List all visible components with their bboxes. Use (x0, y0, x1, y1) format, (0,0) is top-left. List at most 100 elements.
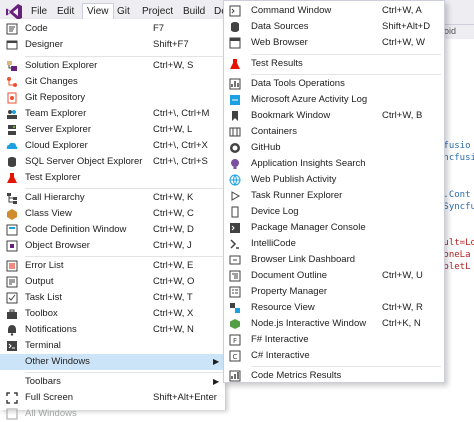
menu-item-label: Toolbox (25, 308, 58, 319)
code-icon (6, 23, 18, 35)
menu-item-intellicode[interactable]: IntelliCode (224, 236, 444, 252)
menu-project[interactable]: Project (138, 4, 177, 20)
menu-item-terminal[interactable]: Terminal (0, 338, 225, 354)
sql-server-icon (8, 157, 16, 167)
menu-item-github[interactable]: GitHub (224, 140, 444, 156)
menu-item-designer[interactable]: Designer Shift+F7 (0, 37, 225, 53)
menu-item-label: Containers (251, 126, 297, 137)
menu-item-label: Solution Explorer (25, 60, 98, 71)
menu-item-property-manager[interactable]: Property Manager (224, 284, 444, 300)
menu-git[interactable]: Git (113, 4, 134, 20)
app-insights-icon (231, 159, 239, 169)
document-outline-icon (229, 270, 241, 282)
menu-separator (251, 366, 441, 367)
menu-item-toolbars[interactable]: Toolbars ▶ (0, 374, 225, 390)
menu-build[interactable]: Build (179, 4, 209, 20)
menu-item-package-manager-console[interactable]: Package Manager Console (224, 220, 444, 236)
menu-item-team-explorer[interactable]: Team Explorer Ctrl+\, Ctrl+M (0, 106, 225, 122)
menu-item-label: Error List (25, 260, 64, 271)
menu-item-shortcut: Ctrl+W, D (153, 224, 194, 235)
menu-item-object-browser[interactable]: Object Browser Ctrl+W, J (0, 238, 225, 254)
svg-text:C: C (233, 353, 238, 361)
menu-item-test-explorer[interactable]: Test Explorer (0, 170, 225, 186)
menu-item-shortcut: Ctrl+W, U (382, 270, 423, 281)
call-hierarchy-icon (7, 193, 17, 204)
menu-item-error-list[interactable]: Error List Ctrl+W, E (0, 258, 225, 274)
menu-item-other-windows[interactable]: Other Windows ▶ (0, 354, 225, 370)
package-manager-icon (230, 223, 240, 233)
cloud-explorer-icon (6, 142, 18, 149)
menu-item-shortcut: Ctrl+W, W (382, 37, 426, 48)
menu-item-call-hierarchy[interactable]: Call Hierarchy Ctrl+W, K (0, 190, 225, 206)
menu-item-shortcut: Ctrl+W, N (153, 324, 194, 335)
menu-item-label: IntelliCode (251, 238, 296, 249)
containers-icon (229, 127, 241, 137)
menu-item-bookmark-window[interactable]: Bookmark Window Ctrl+W, B (224, 108, 444, 124)
menu-item-code-definition-window[interactable]: Code Definition Window Ctrl+W, D (0, 222, 225, 238)
menu-item-label: Notifications (25, 324, 77, 335)
menu-item-code-metrics-results[interactable]: Code Metrics Results (224, 368, 444, 384)
menu-item-label: GitHub (251, 142, 281, 153)
menu-item-output[interactable]: Output Ctrl+W, O (0, 274, 225, 290)
menu-item-cloud-explorer[interactable]: Cloud Explorer Ctrl+\, Ctrl+X (0, 138, 225, 154)
menu-item-csharp-interactive[interactable]: C C# Interactive (224, 348, 444, 364)
team-explorer-icon (7, 110, 17, 119)
code-metrics-icon (229, 370, 241, 382)
menu-item-browser-link-dashboard[interactable]: Browser Link Dashboard (224, 252, 444, 268)
test-results-icon (230, 59, 240, 69)
menu-item-command-window[interactable]: Command Window Ctrl+W, A (224, 3, 444, 19)
menu-item-shortcut: Shift+Alt+Enter (153, 392, 217, 403)
menu-separator (25, 56, 223, 57)
menu-item-task-runner-explorer[interactable]: Task Runner Explorer (224, 188, 444, 204)
menu-item-label: Object Browser (25, 240, 90, 251)
menu-item-git-repository[interactable]: Git Repository (0, 90, 225, 106)
menu-item-task-list[interactable]: Task List Ctrl+W, T (0, 290, 225, 306)
menu-item-fsharp-interactive[interactable]: F F# Interactive (224, 332, 444, 348)
menu-item-containers[interactable]: Containers (224, 124, 444, 140)
menu-item-shortcut: Ctrl+W, S (153, 60, 194, 71)
git-repository-icon (7, 92, 17, 104)
menu-item-shortcut: Ctrl+W, O (153, 276, 195, 287)
menu-item-solution-explorer[interactable]: Solution Explorer Ctrl+W, S (0, 58, 225, 74)
menu-item-label: Data Tools Operations (251, 78, 345, 89)
menu-item-label: Git Repository (25, 92, 86, 103)
menu-item-shortcut: Shift+F7 (153, 39, 189, 50)
menu-item-full-screen[interactable]: Full Screen Shift+Alt+Enter (0, 390, 225, 406)
menu-item-web-publish-activity[interactable]: Web Publish Activity (224, 172, 444, 188)
menu-item-git-changes[interactable]: Git Changes (0, 74, 225, 90)
menu-file[interactable]: File (27, 4, 51, 20)
menu-separator (251, 74, 441, 75)
menu-item-code[interactable]: Code F7 (0, 21, 225, 37)
menu-item-label: Designer (25, 39, 64, 50)
menu-item-shortcut: Ctrl+W, C (153, 208, 194, 219)
menu-item-nodejs-interactive-window[interactable]: Node.js Interactive Window Ctrl+K, N (224, 316, 444, 332)
menu-item-shortcut: F7 (153, 23, 165, 34)
data-tools-icon (229, 78, 241, 90)
menu-item-shortcut: Ctrl+W, J (153, 240, 192, 251)
menu-item-application-insights-search[interactable]: Application Insights Search (224, 156, 444, 172)
menu-item-data-tools-operations[interactable]: Data Tools Operations (224, 76, 444, 92)
menu-item-toolbox[interactable]: Toolbox Ctrl+W, X (0, 306, 225, 322)
menu-item-label: C# Interactive (251, 350, 310, 361)
menu-edit[interactable]: Edit (53, 4, 78, 20)
menu-item-label: Task Runner Explorer (251, 190, 343, 201)
menu-item-device-log[interactable]: Device Log (224, 204, 444, 220)
git-changes-icon (7, 77, 17, 87)
menu-item-document-outline[interactable]: Document Outline Ctrl+W, U (224, 268, 444, 284)
menu-item-sql-server-object-explorer[interactable]: SQL Server Object Explorer Ctrl+\, Ctrl+… (0, 154, 225, 170)
menu-item-azure-activity-log[interactable]: Microsoft Azure Activity Log (224, 92, 444, 108)
svg-text:F: F (233, 337, 237, 345)
menu-item-all-windows[interactable]: All Windows (0, 406, 225, 422)
menu-item-label: Code (25, 23, 48, 34)
menu-item-class-view[interactable]: Class View Ctrl+W, C (0, 206, 225, 222)
menu-item-label: SQL Server Object Explorer (25, 156, 143, 167)
menu-item-web-browser[interactable]: Web Browser Ctrl+W, W (224, 35, 444, 51)
menu-item-label: Document Outline (251, 270, 328, 281)
menu-item-server-explorer[interactable]: Server Explorer Ctrl+W, L (0, 122, 225, 138)
menu-item-data-sources[interactable]: Data Sources Shift+Alt+D (224, 19, 444, 35)
menu-item-resource-view[interactable]: Resource View Ctrl+W, R (224, 300, 444, 316)
menu-item-test-results[interactable]: Test Results (224, 56, 444, 72)
menu-item-label: Bookmark Window (251, 110, 331, 121)
notifications-icon (8, 325, 16, 336)
menu-item-notifications[interactable]: Notifications Ctrl+W, N (0, 322, 225, 338)
